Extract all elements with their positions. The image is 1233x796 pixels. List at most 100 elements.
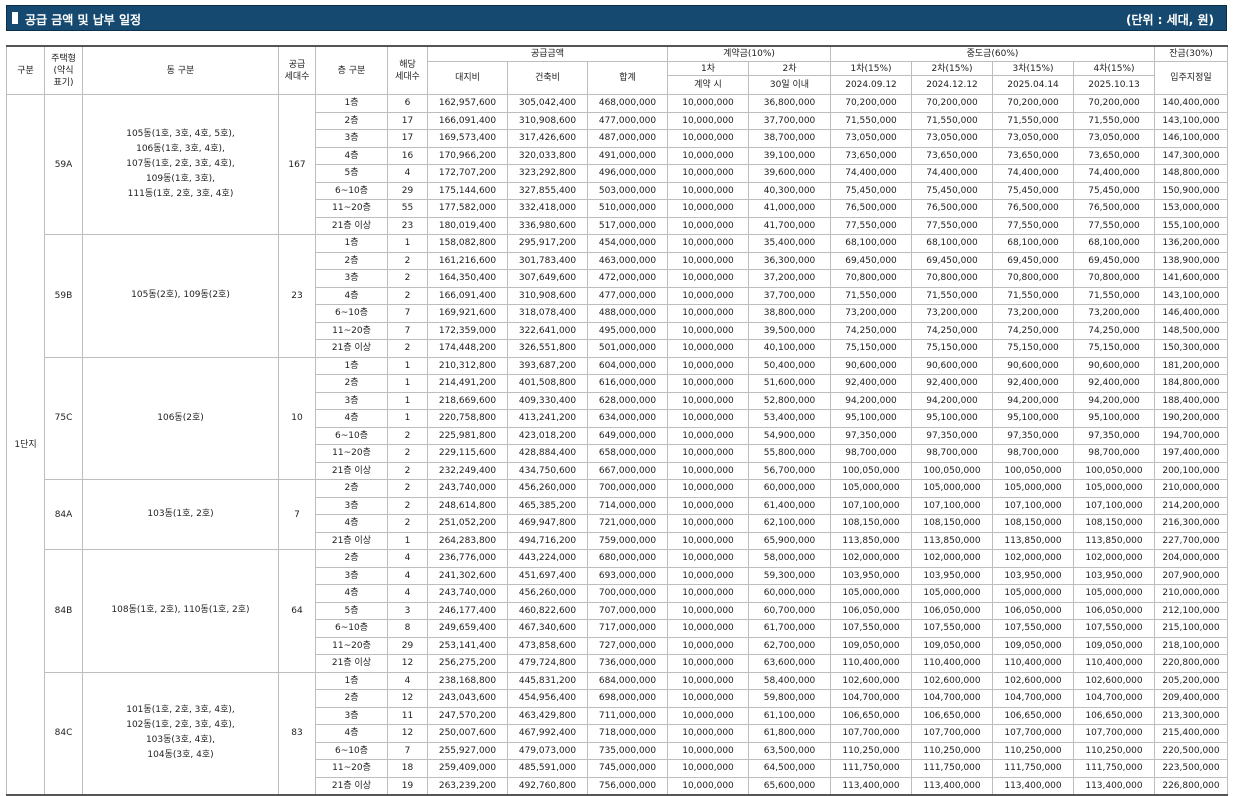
contract-1-cell: 10,000,000 <box>667 671 749 690</box>
contract-2-cell: 41,700,000 <box>748 216 831 235</box>
header-gubun: 구분 <box>6 45 45 95</box>
building-cell: 307,649,600 <box>507 269 588 288</box>
middle-3-cell: 107,700,000 <box>992 724 1074 743</box>
units-cell: 1 <box>387 356 428 375</box>
contract-1-cell: 10,000,000 <box>667 199 749 218</box>
contract-2-cell: 54,900,000 <box>748 426 831 445</box>
total-cell: 693,000,000 <box>587 566 668 585</box>
land-cell: 259,409,000 <box>427 759 508 778</box>
middle-3-cell: 73,050,000 <box>992 129 1074 148</box>
land-cell: 169,573,400 <box>427 129 508 148</box>
contract-1-cell: 10,000,000 <box>667 566 749 585</box>
total-cell: 700,000,000 <box>587 479 668 498</box>
dong-line: 109동(1호, 3호), <box>145 174 216 184</box>
total-cell: 477,000,000 <box>587 111 668 130</box>
floor-cell: 1층 <box>315 94 388 113</box>
balance-cell: 212,100,000 <box>1154 601 1228 620</box>
dong-cell: 103동(1호, 2호) <box>82 479 279 550</box>
header-m2: 2차(15%) <box>911 61 993 76</box>
table-row: 75C 106동(2호) 10 1층 1 210,312,800 393,687,200 60… <box>7 356 1228 480</box>
contract-2-cell: 63,600,000 <box>748 654 831 673</box>
land-cell: 162,957,600 <box>427 94 508 113</box>
total-cell: 517,000,000 <box>587 216 668 235</box>
land-cell: 172,359,000 <box>427 321 508 340</box>
floor-cell: 4층 <box>315 409 388 428</box>
total-cell: 628,000,000 <box>587 391 668 410</box>
balance-cell: 204,000,000 <box>1154 549 1228 568</box>
dong-line: 106동(1호, 3호, 4호), <box>136 144 225 154</box>
table-row: 59B 105동(2호), 109동(2호) 23 1층 1 158,082,800 295… <box>7 234 1228 358</box>
balance-cell: 148,800,000 <box>1154 164 1228 183</box>
balance-cell: 220,800,000 <box>1154 654 1228 673</box>
middle-3-cell: 103,950,000 <box>992 566 1074 585</box>
floor-cell: 4층 <box>315 514 388 533</box>
total-cell: 487,000,000 <box>587 129 668 148</box>
middle-2-cell: 105,000,000 <box>911 479 993 498</box>
middle-1-cell: 104,700,000 <box>830 689 912 708</box>
middle-1-cell: 73,050,000 <box>830 129 912 148</box>
middle-2-cell: 77,550,000 <box>911 216 993 235</box>
building-cell: 451,697,400 <box>507 566 588 585</box>
contract-2-cell: 62,700,000 <box>748 636 831 655</box>
building-cell: 456,260,000 <box>507 479 588 498</box>
type-cell: 84C <box>44 671 83 796</box>
balance-cell: 138,900,000 <box>1154 251 1228 270</box>
units-cell: 1 <box>387 374 428 393</box>
middle-2-cell: 74,250,000 <box>911 321 993 340</box>
total-cell: 658,000,000 <box>587 444 668 463</box>
building-cell: 401,508,800 <box>507 374 588 393</box>
floor-cell: 21층 이상 <box>315 461 388 480</box>
middle-4-cell: 104,700,000 <box>1073 689 1155 708</box>
middle-1-cell: 92,400,000 <box>830 374 912 393</box>
middle-4-cell: 73,200,000 <box>1073 304 1155 323</box>
building-cell: 336,980,600 <box>507 216 588 235</box>
contract-1-cell: 10,000,000 <box>667 94 749 113</box>
units-cell: 2 <box>387 426 428 445</box>
balance-cell: 215,400,000 <box>1154 724 1228 743</box>
type-cell: 59B <box>44 234 83 358</box>
units-cell: 2 <box>387 461 428 480</box>
balance-cell: 140,400,000 <box>1154 94 1228 113</box>
building-cell: 326,551,800 <box>507 339 588 358</box>
contract-2-cell: 61,700,000 <box>748 619 831 638</box>
balance-cell: 226,800,000 <box>1154 776 1228 796</box>
units-cell: 12 <box>387 654 428 673</box>
middle-3-cell: 113,400,000 <box>992 776 1074 796</box>
contract-2-cell: 52,800,000 <box>748 391 831 410</box>
building-cell: 310,908,600 <box>507 111 588 130</box>
header-c2: 2차 <box>748 61 831 76</box>
header-balance: 잔금(30%) <box>1154 45 1228 62</box>
middle-4-cell: 76,500,000 <box>1073 199 1155 218</box>
middle-3-cell: 106,050,000 <box>992 601 1074 620</box>
middle-4-cell: 105,000,000 <box>1073 584 1155 603</box>
total-cell: 684,000,000 <box>587 671 668 690</box>
units-cell: 2 <box>387 269 428 288</box>
price-table: 구분 주택형 (약식 표기) 동 구분 공급 세대수 층 구분 해당 세대수 공… <box>6 45 1228 796</box>
total-cell: 649,000,000 <box>587 426 668 445</box>
units-cell: 11 <box>387 706 428 725</box>
balance-cell: 227,700,000 <box>1154 531 1228 550</box>
units-cell: 2 <box>387 496 428 515</box>
total-cell: 698,000,000 <box>587 689 668 708</box>
building-cell: 332,418,000 <box>507 199 588 218</box>
contract-2-cell: 65,900,000 <box>748 531 831 550</box>
contract-1-cell: 10,000,000 <box>667 146 749 165</box>
land-cell: 256,275,200 <box>427 654 508 673</box>
land-cell: 263,239,200 <box>427 776 508 796</box>
table-header: 구분 주택형 (약식 표기) 동 구분 공급 세대수 층 구분 해당 세대수 공… <box>6 45 1228 95</box>
contract-1-cell: 10,000,000 <box>667 444 749 463</box>
middle-3-cell: 106,650,000 <box>992 706 1074 725</box>
units-cell: 1 <box>387 531 428 550</box>
land-cell: 220,758,800 <box>427 409 508 428</box>
total-cell: 711,000,000 <box>587 706 668 725</box>
middle-2-cell: 108,150,000 <box>911 514 993 533</box>
building-cell: 301,783,400 <box>507 251 588 270</box>
floor-cell: 4층 <box>315 286 388 305</box>
land-cell: 246,177,400 <box>427 601 508 620</box>
middle-1-cell: 90,600,000 <box>830 356 912 375</box>
middle-3-cell: 76,500,000 <box>992 199 1074 218</box>
middle-2-cell: 70,800,000 <box>911 269 993 288</box>
balance-cell: 200,100,000 <box>1154 461 1228 480</box>
contract-1-cell: 10,000,000 <box>667 461 749 480</box>
balance-cell: 197,400,000 <box>1154 444 1228 463</box>
